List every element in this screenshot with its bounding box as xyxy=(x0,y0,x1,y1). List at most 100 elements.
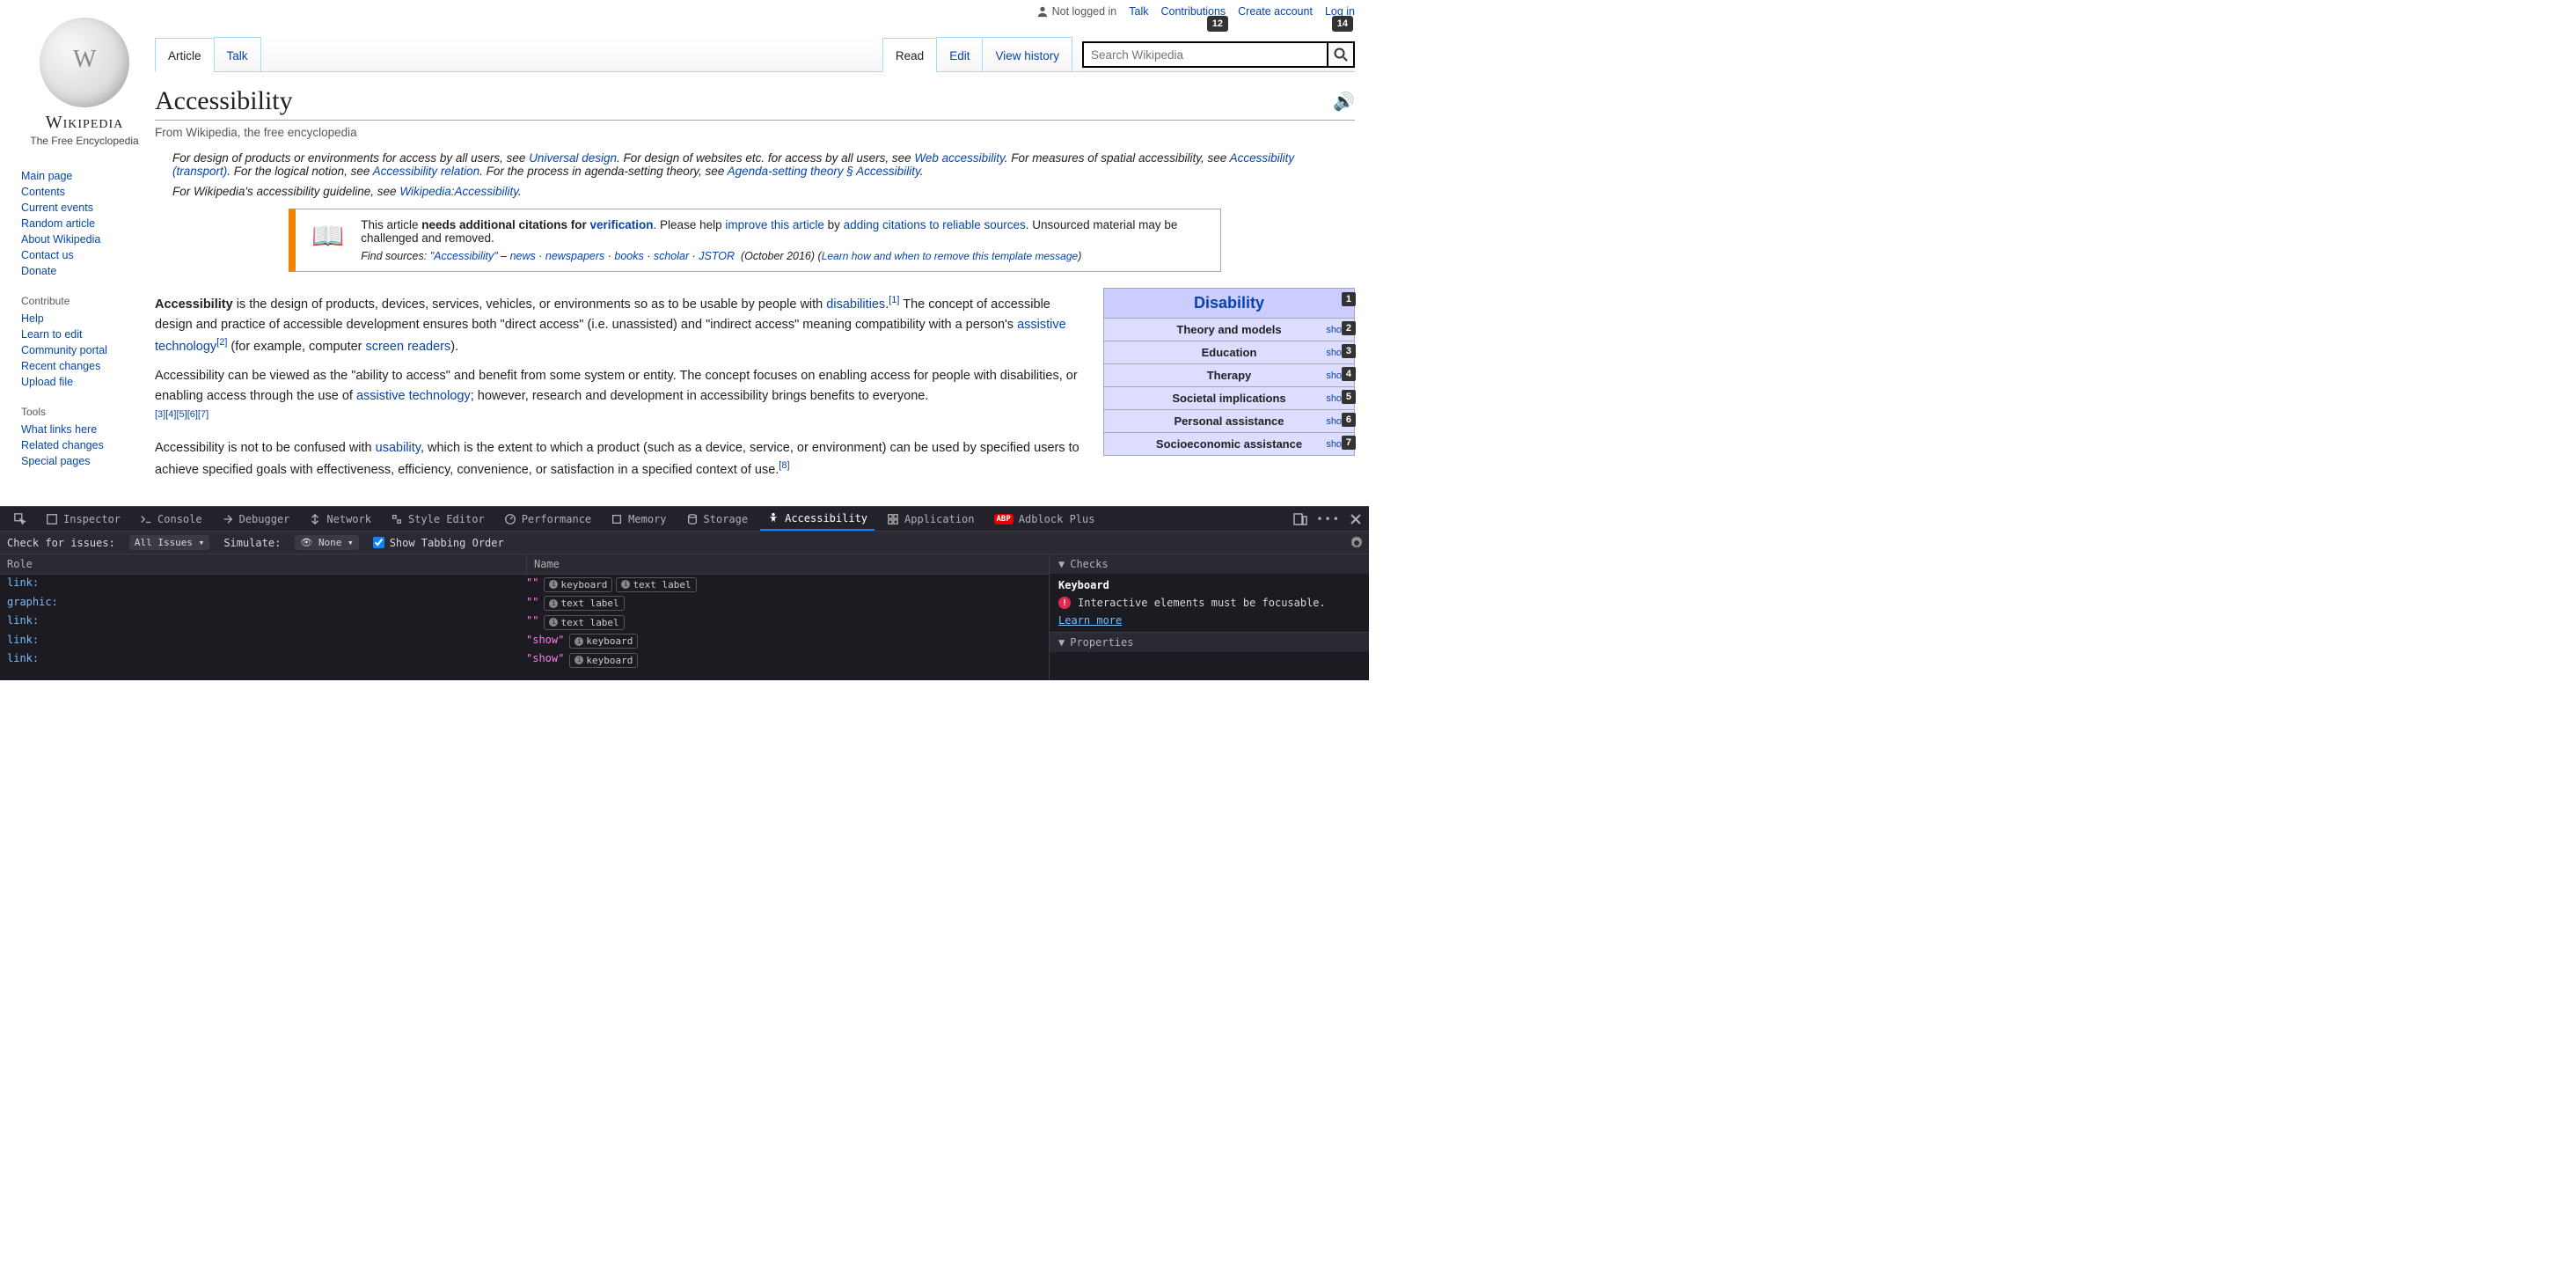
kebab-icon[interactable]: ••• xyxy=(1316,513,1341,525)
dt-tab-performance[interactable]: Performance xyxy=(497,507,598,531)
dt-tab-network[interactable]: Network xyxy=(302,507,378,531)
nav-random[interactable]: Random article xyxy=(21,217,95,230)
nav-contact[interactable]: Contact us xyxy=(21,249,74,261)
dt-tab-memory[interactable]: Memory xyxy=(604,507,673,531)
personal-talk[interactable]: Talk xyxy=(1129,5,1148,18)
nav-help[interactable]: Help xyxy=(21,312,44,325)
nav-related-changes[interactable]: Related changes xyxy=(21,439,104,451)
infobox-row-personal[interactable]: Personal assistanceshow6 xyxy=(1104,409,1354,432)
link-universal-design[interactable]: Universal design xyxy=(529,151,617,165)
infobox-row-societal[interactable]: Societal implicationsshow5 xyxy=(1104,386,1354,409)
link-adding-citations[interactable]: adding citations to reliable sources xyxy=(844,218,1026,231)
user-icon xyxy=(1036,5,1049,18)
page-subtitle: From Wikipedia, the free encyclopedia xyxy=(155,126,1355,139)
responsive-icon[interactable] xyxy=(1293,512,1307,526)
infobox-title[interactable]: Disability 1 xyxy=(1104,289,1354,318)
tab-badge-2: 2 xyxy=(1342,321,1356,335)
close-icon[interactable] xyxy=(1350,513,1362,525)
nav-upload-file[interactable]: Upload file xyxy=(21,376,73,388)
link-agenda-setting[interactable]: Agenda-setting theory § Accessibility xyxy=(728,165,920,178)
nav-community-portal[interactable]: Community portal xyxy=(21,344,107,356)
dt-tab-console[interactable]: Console xyxy=(133,507,209,531)
search-icon xyxy=(1334,48,1348,62)
tree-row[interactable]: link:""ikeyboarditext label xyxy=(0,575,1049,594)
checks-header[interactable]: ▼ Checks xyxy=(1050,554,1369,574)
dt-pick-element[interactable] xyxy=(7,507,33,531)
logo[interactable]: Wikipedia The Free Encyclopedia xyxy=(21,7,148,152)
tab-edit[interactable]: Edit xyxy=(936,37,983,71)
dt-tab-application[interactable]: Application xyxy=(880,507,981,531)
dt-tab-debugger[interactable]: Debugger xyxy=(215,507,297,531)
tab-read[interactable]: Read xyxy=(882,38,937,72)
tab-history[interactable]: View history xyxy=(982,37,1072,71)
tab-badge-4: 4 xyxy=(1342,367,1356,381)
sound-icon[interactable]: 🔊 xyxy=(1333,91,1355,113)
dt-tab-style-editor[interactable]: Style Editor xyxy=(384,507,492,531)
col-role: Role xyxy=(0,554,526,574)
link-src-newspapers[interactable]: newspapers xyxy=(545,250,604,262)
dt-tab-accessibility[interactable]: Accessibility xyxy=(760,507,875,531)
nav-special-pages[interactable]: Special pages xyxy=(21,455,91,467)
search-input[interactable] xyxy=(1082,41,1328,68)
tree-row[interactable]: link:"show"ikeyboard xyxy=(0,632,1049,651)
infobox-row-theory[interactable]: Theory and modelsshow2 xyxy=(1104,318,1354,341)
simulate-label: Simulate: xyxy=(223,537,281,549)
gear-icon[interactable] xyxy=(1350,536,1364,550)
nav-donate[interactable]: Donate xyxy=(21,265,56,277)
simulate-select[interactable]: 👁 None ▾ xyxy=(295,535,358,550)
dt-tab-storage[interactable]: Storage xyxy=(679,507,756,531)
dt-tab-inspector[interactable]: Inspector xyxy=(39,507,128,531)
infobox-row-therapy[interactable]: Therapyshow4 xyxy=(1104,363,1354,386)
link-accessibility-relation[interactable]: Accessibility relation xyxy=(373,165,480,178)
nav-recent-changes[interactable]: Recent changes xyxy=(21,360,100,372)
issues-select[interactable]: All Issues ▾ xyxy=(129,535,209,550)
link-verification[interactable]: verification xyxy=(590,218,654,231)
ref-1[interactable]: [1] xyxy=(889,295,899,305)
link-src-books[interactable]: books xyxy=(614,250,643,262)
link-src-news[interactable]: news xyxy=(510,250,536,262)
link-web-accessibility[interactable]: Web accessibility xyxy=(914,151,1004,165)
nav-current-events[interactable]: Current events xyxy=(21,202,93,214)
nav-about[interactable]: About Wikipedia xyxy=(21,233,100,246)
link-src-accessibility[interactable]: "Accessibility" xyxy=(430,250,498,262)
properties-header[interactable]: ▼ Properties xyxy=(1050,633,1369,652)
checks-pane: ▼ Checks Keyboard ! Interactive elements… xyxy=(1049,554,1369,680)
infobox-row-education[interactable]: Educationshow3 xyxy=(1104,341,1354,363)
link-improve-article[interactable]: improve this article xyxy=(725,218,824,231)
tab-talk[interactable]: Talk xyxy=(214,37,261,71)
link-assistive-tech-2[interactable]: assistive technology xyxy=(356,389,471,403)
book-question-icon: 📖 xyxy=(308,218,348,253)
logo-tagline: The Free Encyclopedia xyxy=(21,135,148,147)
dt-tab-adblock[interactable]: ABPAdblock Plus xyxy=(987,507,1102,531)
tab-badge-6: 6 xyxy=(1342,413,1356,427)
search-button[interactable] xyxy=(1328,41,1355,68)
warning-text: Interactive elements must be focusable. xyxy=(1078,597,1326,609)
link-src-scholar[interactable]: scholar xyxy=(654,250,689,262)
tab-article[interactable]: Article xyxy=(155,38,215,72)
link-disabilities[interactable]: disabilities xyxy=(826,297,885,312)
tab-order-badge-12: 12 xyxy=(1207,16,1228,32)
nav-contents[interactable]: Contents xyxy=(21,186,65,198)
nav-what-links[interactable]: What links here xyxy=(21,423,97,436)
link-usability[interactable]: usability xyxy=(376,441,421,455)
refs-3-7[interactable]: [3][4][5][6][7] xyxy=(155,409,209,420)
nav-learn-edit[interactable]: Learn to edit xyxy=(21,328,83,341)
sidebar: Wikipedia The Free Encyclopedia Main pag… xyxy=(0,0,155,506)
ref-2[interactable]: [2] xyxy=(216,337,227,348)
tree-row[interactable]: link:""itext label xyxy=(0,612,1049,632)
tree-row[interactable]: link:"show"ikeyboard xyxy=(0,650,1049,670)
ref-8[interactable]: [8] xyxy=(779,460,789,471)
learn-more-link[interactable]: Learn more xyxy=(1058,614,1122,627)
link-remove-template[interactable]: Learn how and when to remove this templa… xyxy=(822,250,1079,262)
tree-row[interactable]: graphic:""itext label xyxy=(0,594,1049,613)
nav-main-page[interactable]: Main page xyxy=(21,170,72,182)
hatnote-1: For design of products or environments f… xyxy=(155,150,1355,180)
link-wp-accessibility[interactable]: Wikipedia:Accessibility xyxy=(399,185,518,198)
personal-create-account[interactable]: Create account xyxy=(1238,5,1313,18)
tab-badge-5: 5 xyxy=(1342,390,1356,404)
infobox-row-socioeconomic[interactable]: Socioeconomic assistanceshow7 xyxy=(1104,432,1354,455)
link-src-jstor[interactable]: JSTOR xyxy=(699,250,735,262)
paragraph-3: Accessibility is not to be confused with… xyxy=(155,438,1089,480)
link-screen-readers[interactable]: screen readers xyxy=(366,340,451,354)
tabbing-order-checkbox[interactable]: Show Tabbing Order xyxy=(373,537,504,549)
